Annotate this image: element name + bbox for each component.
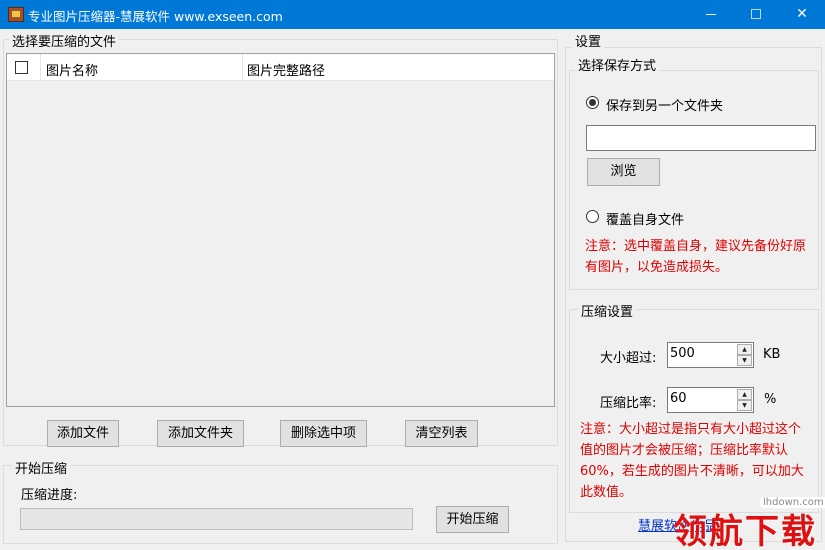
size-spinner-arrows: ▲ ▼ — [737, 344, 752, 366]
file-list-header: 图片名称 图片完整路径 — [7, 54, 554, 81]
close-icon: ✕ — [796, 6, 808, 22]
progress-label: 压缩进度: — [21, 488, 78, 503]
radio-other-folder[interactable] — [586, 96, 599, 109]
maximize-icon — [751, 9, 761, 19]
compress-settings-title: 压缩设置 — [578, 301, 637, 320]
size-label: 大小超过: — [600, 351, 657, 366]
add-folder-button[interactable]: 添加文件夹 — [157, 420, 244, 447]
file-group-title: 选择要压缩的文件 — [9, 31, 120, 50]
maximize-button[interactable] — [733, 0, 779, 29]
minimize-icon — [706, 13, 716, 15]
watermark-logo: 领航下载 — [673, 512, 817, 550]
size-unit: KB — [763, 347, 781, 362]
title-bar: 专业图片压缩器-慧展软件 www.exseen.com ✕ — [0, 0, 825, 29]
ratio-unit: % — [764, 392, 777, 407]
folder-path-input[interactable] — [586, 125, 816, 151]
spin-up-icon[interactable]: ▲ — [737, 389, 752, 400]
close-button[interactable]: ✕ — [779, 0, 825, 29]
size-value: 500 — [670, 346, 695, 361]
ratio-label: 压缩比率: — [600, 396, 657, 411]
progress-bar — [20, 508, 413, 530]
spin-up-icon[interactable]: ▲ — [737, 344, 752, 355]
delete-selected-button[interactable]: 删除选中项 — [280, 420, 367, 447]
start-group-title: 开始压缩 — [12, 458, 71, 477]
clear-list-button[interactable]: 清空列表 — [405, 420, 478, 447]
radio-overwrite[interactable] — [586, 210, 599, 223]
minimize-button[interactable] — [688, 0, 734, 29]
file-list[interactable]: 图片名称 图片完整路径 — [6, 53, 555, 407]
radio-other-folder-label[interactable]: 保存到另一个文件夹 — [606, 95, 723, 114]
overwrite-note: 注意：选中覆盖自身，建议先备份好原有图片，以免造成损失。 — [585, 239, 807, 275]
app-icon — [8, 7, 24, 22]
size-spinner[interactable]: 500 ▲ ▼ — [667, 342, 754, 368]
radio-overwrite-label[interactable]: 覆盖自身文件 — [606, 209, 684, 228]
start-compress-button[interactable]: 开始压缩 — [436, 506, 509, 533]
column-separator[interactable] — [242, 54, 243, 81]
ratio-spinner[interactable]: 60 ▲ ▼ — [667, 387, 754, 413]
ratio-value: 60 — [670, 391, 687, 406]
window-title: 专业图片压缩器-慧展软件 www.exseen.com — [28, 9, 283, 24]
column-header-name[interactable]: 图片名称 — [46, 60, 98, 79]
select-all-checkbox[interactable] — [15, 61, 28, 74]
column-separator[interactable] — [40, 54, 41, 81]
browse-button[interactable]: 浏览 — [587, 158, 660, 186]
settings-title: 设置 — [572, 31, 605, 50]
spin-down-icon[interactable]: ▼ — [737, 400, 752, 411]
spin-down-icon[interactable]: ▼ — [737, 355, 752, 366]
save-mode-title: 选择保存方式 — [575, 55, 660, 74]
add-file-button[interactable]: 添加文件 — [47, 420, 119, 447]
ratio-spinner-arrows: ▲ ▼ — [737, 389, 752, 411]
column-header-path[interactable]: 图片完整路径 — [247, 60, 325, 79]
compress-note: 注意：大小超过是指只有大小超过这个值的图片才会被压缩；压缩比率默认60%，若生成… — [580, 422, 804, 500]
